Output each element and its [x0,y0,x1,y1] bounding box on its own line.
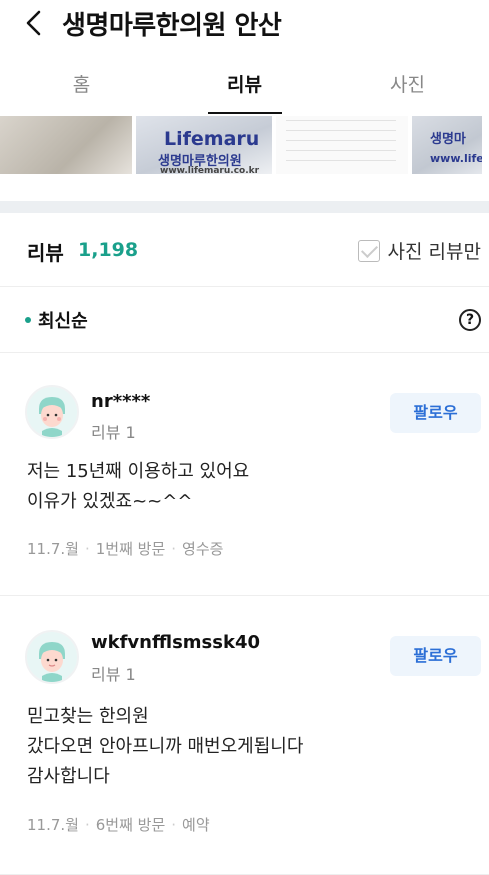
review-meta: 11.7.월 · 6번째 방문 · 예약 [27,815,210,835]
chevron-left-icon [26,10,41,36]
review-photo[interactable]: Lifemaru 생명마루한의원 www.lifemaru.co.kr [136,116,272,174]
visit-count: 1번째 방문 [95,540,166,558]
sort-bar: 최신순 ? [0,287,489,353]
follow-button[interactable]: 팔로우 [390,636,481,676]
tab-home[interactable]: 홈 [0,58,163,114]
review-text[interactable]: 믿고찾는 한의원 갔다오면 안아프니까 매번오게됩니다 감사합니다 [27,702,303,792]
photo-only-filter[interactable]: 사진 리뷰만 [357,237,481,264]
sort-dropdown[interactable]: 최신순 [38,307,88,333]
tab-bar: 홈 리뷰 사진 [0,58,489,114]
section-divider [0,201,489,213]
avatar[interactable] [25,630,79,684]
reviews-title: 리뷰 [27,241,64,265]
tab-reviews[interactable]: 리뷰 [163,58,326,114]
reviews-header: 리뷰 1,198 사진 리뷰만 [0,213,489,287]
help-icon[interactable]: ? [459,309,481,331]
review-date: 11.7.월 [27,540,79,558]
avatar[interactable] [25,385,79,439]
reviewer-name[interactable]: nr**** [91,391,150,412]
visit-count: 6번째 방문 [95,816,166,834]
checkbox-icon[interactable] [357,239,380,262]
photo-strip[interactable]: Lifemaru 생명마루한의원 www.lifemaru.co.kr 생명마 … [0,116,489,174]
review-photo[interactable] [276,116,408,174]
reviewer-review-count: 리뷰 1 [91,665,136,684]
app-header: 생명마루한의원 안산 [0,0,489,46]
reviews-count: 1,198 [78,239,139,261]
review-item: nr**** 리뷰 1 팔로우 저는 15년째 이용하고 있어요 이유가 있겠죠… [0,353,489,596]
review-photo[interactable] [0,116,132,174]
tab-photos[interactable]: 사진 [326,58,489,114]
bullet-dot-icon [25,317,31,323]
page-title: 생명마루한의원 안산 [62,11,282,41]
review-date: 11.7.월 [27,816,79,834]
verification-method: 영수증 [182,540,224,558]
reviewer-review-count: 리뷰 1 [91,423,136,442]
verification-method: 예약 [182,816,210,834]
follow-button[interactable]: 팔로우 [390,393,481,433]
review-photo[interactable]: 생명마 www.life [412,116,482,174]
user-avatar-icon [27,632,77,682]
back-button[interactable] [20,8,50,38]
photo-only-label[interactable]: 사진 리뷰만 [388,237,481,264]
review-meta: 11.7.월 · 1번째 방문 · 영수증 [27,539,224,559]
user-avatar-icon [27,387,77,437]
reviewer-name[interactable]: wkfvnfflsmssk40 [91,632,260,653]
review-text[interactable]: 저는 15년째 이용하고 있어요 이유가 있겠죠~~^^ [27,457,249,517]
review-item: wkfvnfflsmssk40 리뷰 1 팔로우 믿고찾는 한의원 갔다오면 안… [0,596,489,875]
